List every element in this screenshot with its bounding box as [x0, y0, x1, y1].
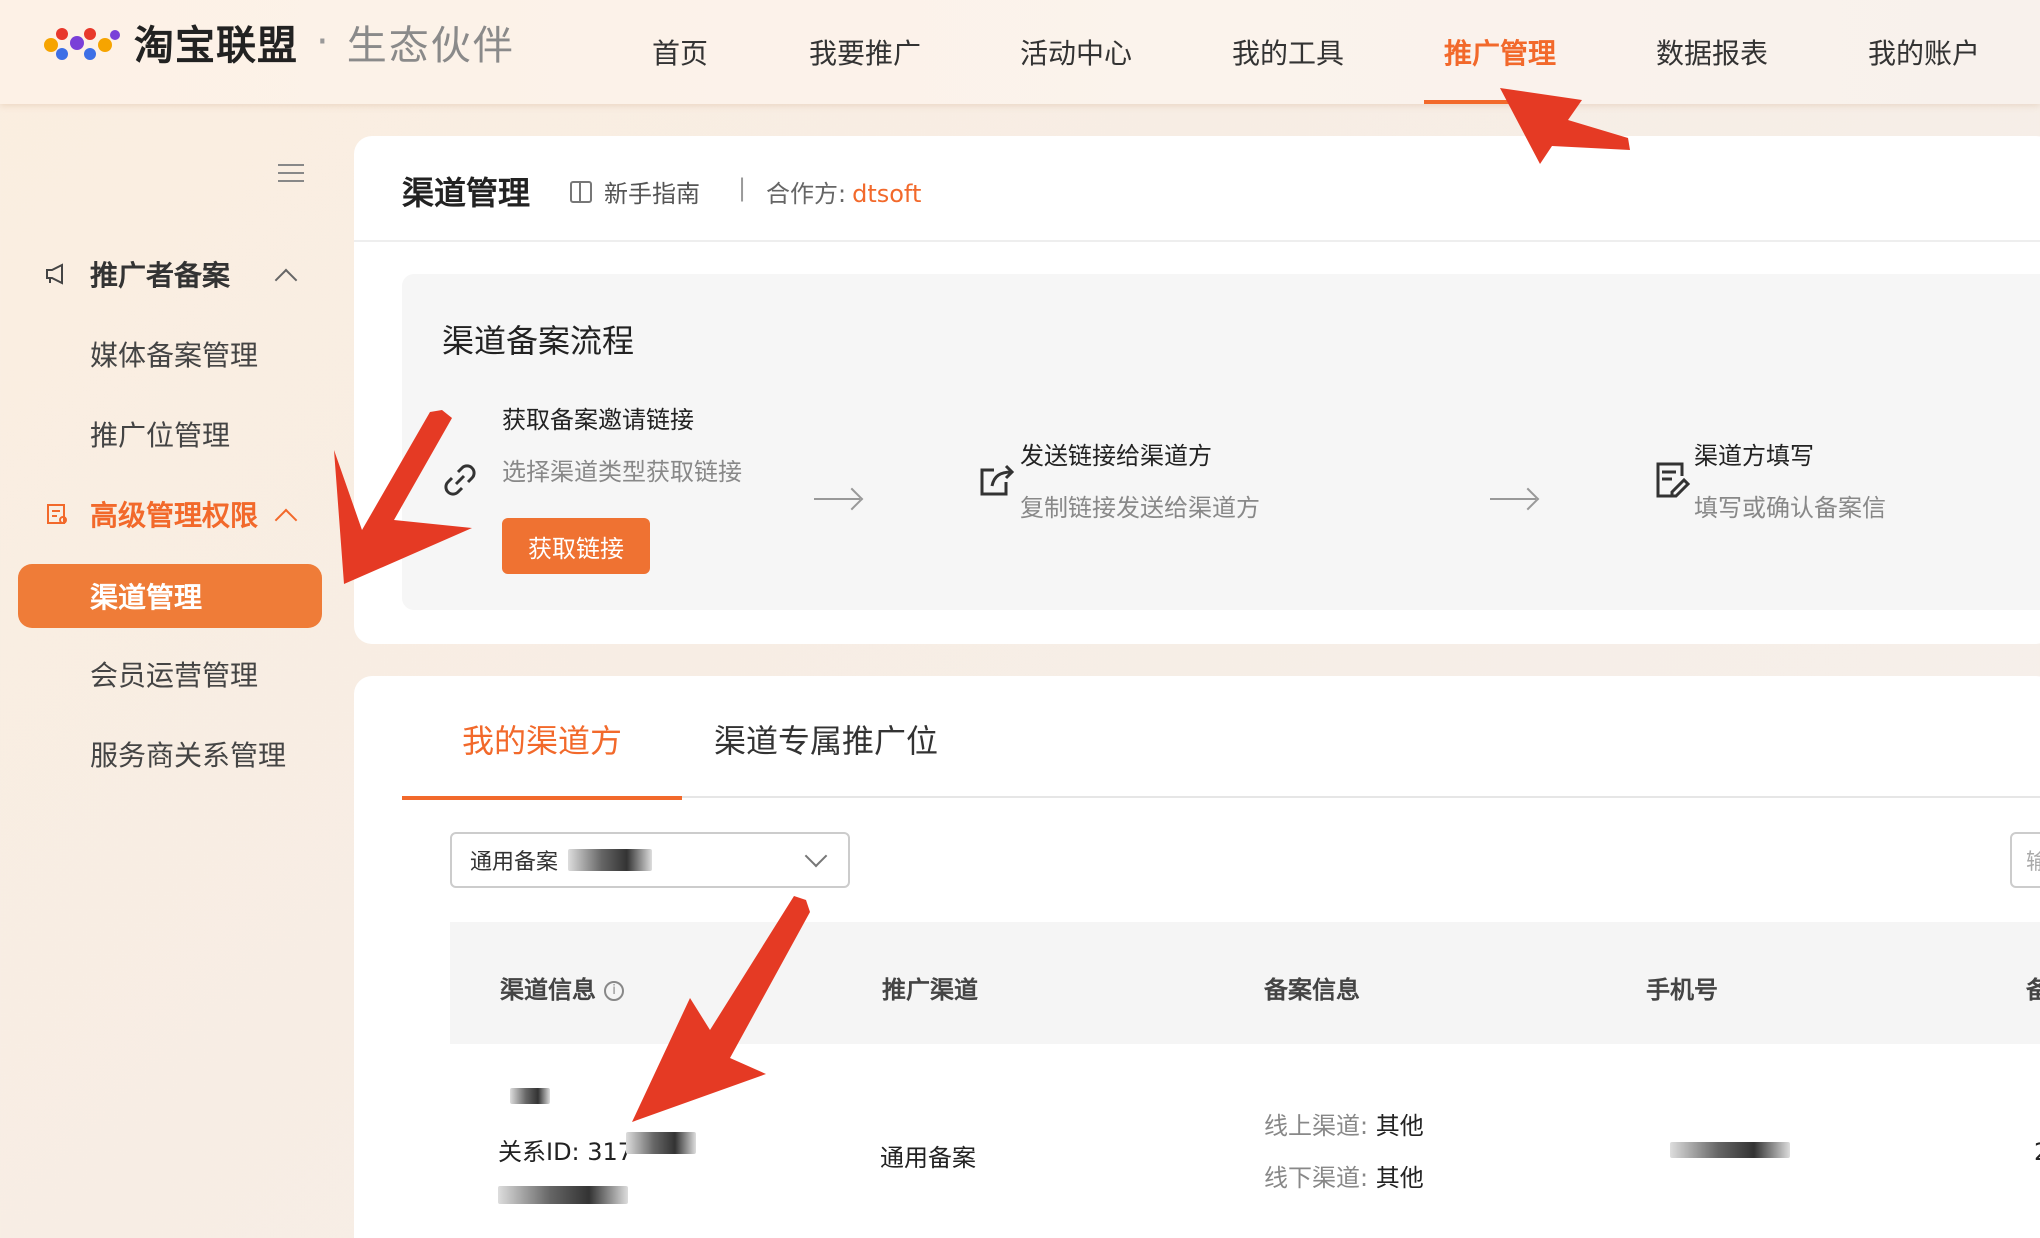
- logo-dots-icon: [40, 14, 124, 70]
- sidebar-group-promoter-filing[interactable]: 推广者备案: [0, 244, 340, 304]
- sidebar-item-service-provider[interactable]: 服务商关系管理: [18, 722, 322, 786]
- sidebar-item-channel-management[interactable]: 渠道管理: [18, 564, 322, 628]
- flow-title: 渠道备案流程: [442, 322, 635, 360]
- sidebar-group-label: 高级管理权限: [90, 499, 259, 532]
- chevron-down-icon: [804, 844, 828, 868]
- main-nav: 首页 我要推广 活动中心 我的工具 推广管理 数据报表 我的账户: [600, 0, 2030, 104]
- guide-label: 新手指南: [604, 180, 700, 208]
- page-title: 渠道管理: [402, 174, 531, 212]
- book-icon: [570, 180, 592, 203]
- form-edit-icon: [1656, 462, 1691, 498]
- th-last: 备: [2026, 976, 2040, 1004]
- select-value: 通用备案: [470, 850, 559, 875]
- step-1-desc: 选择渠道类型获取链接: [502, 458, 742, 486]
- arrow-right-icon: [814, 498, 860, 500]
- redacted-phone: [1670, 1142, 1790, 1158]
- brand-logo[interactable]: 淘宝联盟 · 生态伙伴: [40, 14, 515, 70]
- nav-activity-center[interactable]: 活动中心: [970, 0, 1182, 104]
- channel-flow-card: 渠道管理 新手指南 | 合作方: dtsoft 渠道备案流程 获取备案邀请链接 选…: [354, 136, 2040, 644]
- th-channel: 推广渠道: [882, 976, 978, 1004]
- menu-icon[interactable]: [278, 164, 304, 184]
- relation-id: 关系ID: 317: [498, 1138, 634, 1166]
- step-2-desc: 复制链接发送给渠道方: [1020, 494, 1260, 522]
- tab-my-channels[interactable]: 我的渠道方: [402, 716, 682, 800]
- sidebar-group-label: 推广者备案: [90, 259, 231, 292]
- filing-type-select[interactable]: 通用备案: [450, 832, 850, 888]
- page-header: 渠道管理 新手指南 | 合作方: dtsoft: [354, 136, 2040, 242]
- logo-separator: ·: [316, 19, 329, 65]
- nav-promotion-management[interactable]: 推广管理: [1424, 0, 1576, 104]
- redacted-text: [510, 1088, 550, 1104]
- channel-type: 通用备案: [880, 1144, 976, 1172]
- nav-home[interactable]: 首页: [600, 0, 760, 104]
- channel-tabs: 我的渠道方 渠道专属推广位: [402, 676, 2040, 800]
- step-3-title: 渠道方填写: [1694, 442, 1814, 470]
- online-channel: 线上渠道: 其他: [1264, 1112, 1424, 1140]
- redacted-text: [498, 1186, 628, 1204]
- logo-subtitle: 生态伙伴: [346, 23, 515, 69]
- filing-flow: 渠道备案流程 获取备案邀请链接 选择渠道类型获取链接 获取链接 发送链接给渠道方…: [402, 274, 2040, 610]
- megaphone-icon: [46, 263, 63, 285]
- last-column-value: 2: [2034, 1138, 2040, 1166]
- nav-my-tools[interactable]: 我的工具: [1182, 0, 1394, 104]
- admin-icon: [47, 504, 67, 524]
- get-link-button[interactable]: 获取链接: [502, 518, 650, 574]
- arrow-right-icon: [1490, 498, 1536, 500]
- channel-list-card: 我的渠道方 渠道专属推广位 通用备案 输 渠道信息 i 推广渠道 备案信息 手机号…: [354, 676, 2040, 1238]
- nav-data-reports[interactable]: 数据报表: [1606, 0, 1818, 104]
- tab-channel-adzones[interactable]: 渠道专属推广位: [714, 716, 974, 798]
- partner-value: dtsoft: [852, 180, 922, 208]
- step-1-title: 获取备案邀请链接: [502, 406, 694, 434]
- header-separator: |: [738, 174, 747, 202]
- chevron-up-icon: [274, 268, 298, 292]
- partner-info: 合作方: dtsoft: [766, 174, 921, 209]
- sidebar-item-adzone[interactable]: 推广位管理: [18, 402, 322, 466]
- chevron-up-icon: [274, 508, 298, 532]
- info-icon[interactable]: i: [604, 981, 624, 1001]
- sidebar-group-advanced-permissions[interactable]: 高级管理权限: [0, 484, 340, 544]
- link-icon: [444, 464, 476, 496]
- share-icon: [980, 464, 1015, 496]
- sidebar-item-media-filing[interactable]: 媒体备案管理: [18, 322, 322, 386]
- step-2-title: 发送链接给渠道方: [1020, 442, 1212, 470]
- table-header: 渠道信息 i 推广渠道 备案信息 手机号 备: [450, 922, 2040, 1044]
- th-filing-info: 备案信息: [1264, 976, 1360, 1004]
- nav-my-account[interactable]: 我的账户: [1818, 0, 2030, 104]
- top-navigation-bar: 淘宝联盟 · 生态伙伴 首页 我要推广 活动中心 我的工具 推广管理 数据报表 …: [0, 0, 2040, 104]
- guide-link[interactable]: 新手指南: [570, 174, 700, 209]
- step-3-desc: 填写或确认备案信: [1694, 494, 1886, 522]
- offline-channel: 线下渠道: 其他: [1264, 1164, 1424, 1192]
- th-channel-info: 渠道信息 i: [500, 970, 624, 1005]
- logo-text: 淘宝联盟: [134, 23, 298, 69]
- redacted-text: [626, 1132, 696, 1154]
- sidebar: 推广者备案 媒体备案管理 推广位管理 高级管理权限 渠道管理 会员运营管理 服务…: [0, 104, 340, 1238]
- sidebar-item-member-ops[interactable]: 会员运营管理: [18, 642, 322, 706]
- partner-label: 合作方:: [766, 180, 847, 208]
- redacted-text: [568, 849, 653, 871]
- th-phone: 手机号: [1646, 976, 1718, 1004]
- search-input[interactable]: 输: [2010, 832, 2040, 888]
- nav-promote[interactable]: 我要推广: [760, 0, 970, 104]
